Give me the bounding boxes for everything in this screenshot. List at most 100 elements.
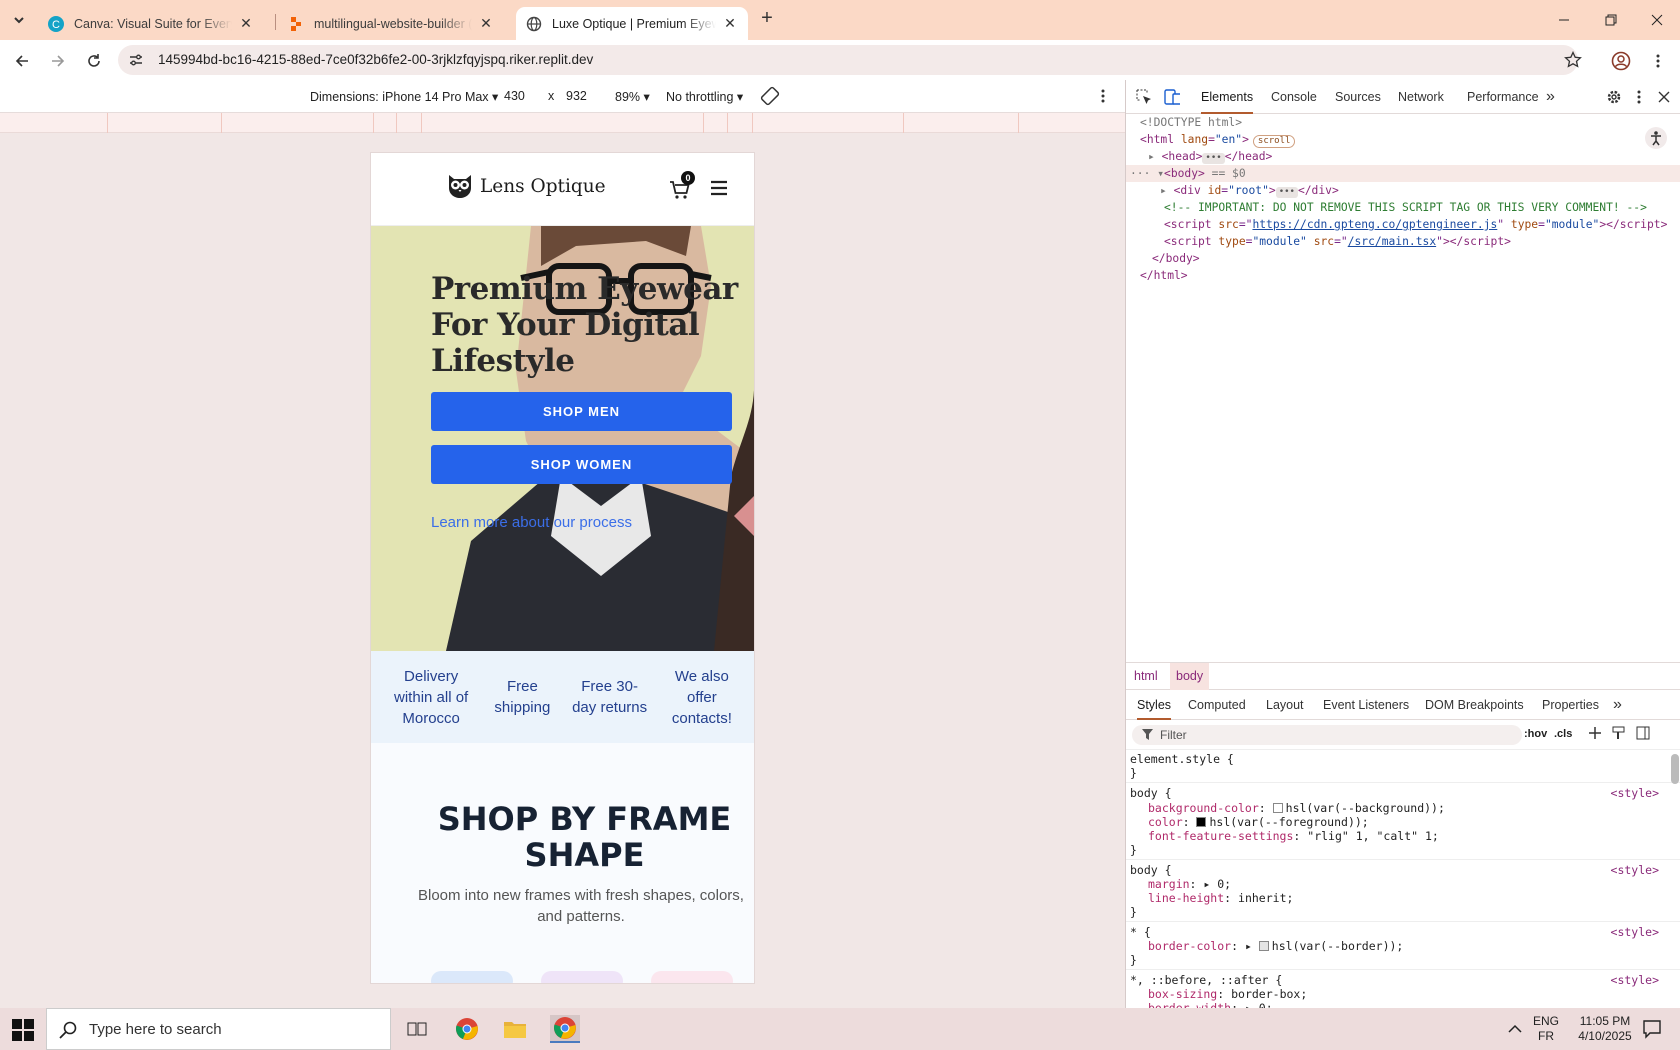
throttling-select[interactable]: No throttling ▾ — [666, 89, 743, 104]
rule-element-style[interactable]: element.style { — [1130, 752, 1675, 766]
decl-color[interactable]: color: hsl(var(--foreground)); — [1130, 815, 1675, 829]
devtools-settings-gear-icon[interactable] — [1606, 89, 1622, 105]
search-icon — [59, 1021, 77, 1039]
decl-font-feature-settings[interactable]: font-feature-settings: "rlig" 1, "calt" … — [1130, 829, 1675, 843]
styles-filter-input[interactable]: Filter — [1132, 725, 1522, 745]
decl-border-width[interactable]: border-width: ▸ 0; — [1130, 1001, 1675, 1008]
shape-card[interactable] — [651, 971, 733, 983]
device-toggle-icon[interactable] — [1164, 89, 1180, 105]
dom-node-body-close[interactable]: </body> — [1126, 250, 1680, 267]
dom-node-html-close[interactable]: </html> — [1126, 267, 1680, 284]
profile-icon[interactable] — [1609, 49, 1633, 73]
device-width-input[interactable]: 430 — [504, 89, 525, 103]
back-arrow-icon[interactable] — [10, 49, 34, 73]
site-logo[interactable]: Lens Optique — [446, 173, 606, 199]
minimize-icon[interactable] — [1541, 6, 1587, 34]
tab-layout[interactable]: Layout — [1266, 690, 1304, 720]
devtools-menu-icon[interactable] — [1631, 89, 1647, 105]
class-toggle[interactable]: .cls — [1554, 728, 1572, 740]
new-tab-plus-icon[interactable]: + — [756, 8, 778, 30]
dom-node-root-div[interactable]: ▸ <div id="root"> ••• </div> — [1126, 182, 1680, 199]
zoom-select[interactable]: 89% ▾ — [615, 89, 650, 104]
hover-state-toggle[interactable]: :hov — [1524, 728, 1547, 740]
rule-universal-selector[interactable]: * {<style> — [1130, 925, 1675, 939]
tab-canva[interactable]: C Canva: Visual Suite for Everyone ✕ — [38, 7, 264, 40]
paint-roller-icon[interactable] — [1612, 726, 1626, 740]
tab-computed[interactable]: Computed — [1188, 690, 1246, 720]
tab-luxe-optique[interactable]: Luxe Optique | Premium Eyewear ✕ — [516, 7, 748, 40]
decl-box-sizing[interactable]: box-sizing: border-box; — [1130, 987, 1675, 1001]
chrome-profile-icon[interactable] — [550, 1015, 580, 1043]
tab-replit[interactable]: multilingual-website-builder (1) ✕ — [278, 7, 504, 40]
dom-node-doctype[interactable]: <!DOCTYPE html> — [1126, 114, 1680, 131]
breadcrumb-body[interactable]: body — [1170, 663, 1210, 690]
chrome-icon[interactable] — [452, 1015, 482, 1043]
accessibility-tree-icon[interactable] — [1644, 126, 1668, 150]
tab-sources[interactable]: Sources — [1335, 80, 1381, 114]
close-tab-icon[interactable]: ✕ — [722, 15, 738, 32]
close-tab-icon[interactable]: ✕ — [478, 15, 494, 32]
tab-search-chevron-icon[interactable] — [8, 9, 30, 31]
browser-menu-icon[interactable] — [1646, 49, 1670, 73]
rule-body-selector[interactable]: body {<style> — [1130, 786, 1675, 800]
breadcrumb-html[interactable]: html — [1134, 669, 1158, 683]
decl-margin[interactable]: margin: ▸ 0; — [1130, 877, 1675, 891]
rule-body-selector-2[interactable]: body {<style> — [1130, 863, 1675, 877]
restore-icon[interactable] — [1588, 6, 1634, 34]
rotate-icon[interactable] — [760, 86, 780, 106]
shop-men-button[interactable]: SHOP MEN — [431, 392, 732, 431]
learn-more-link[interactable]: Learn more about our process — [431, 514, 632, 531]
new-style-rule-plus-icon[interactable] — [1588, 726, 1602, 740]
tab-dom-breakpoints[interactable]: DOM Breakpoints — [1425, 690, 1524, 720]
address-bar[interactable]: 145994bd-bc16-4215-88ed-7ce0f32b6fe2-00-… — [118, 45, 1582, 75]
notifications-icon[interactable] — [1637, 1015, 1667, 1043]
bookmark-star-icon[interactable] — [1564, 51, 1582, 69]
tab-styles[interactable]: Styles — [1137, 690, 1172, 720]
taskbar-search-input[interactable]: Type here to search — [46, 1008, 391, 1050]
media-query-ruler[interactable] — [0, 113, 1125, 133]
tab-performance[interactable]: Performance — [1467, 80, 1539, 114]
dom-node-html[interactable]: <html lang="en"> scroll — [1126, 131, 1680, 148]
styles-scrollbar[interactable] — [1671, 754, 1679, 784]
tab-properties[interactable]: Properties — [1542, 690, 1599, 720]
dom-node-script-main[interactable]: <script type="module" src="/src/main.tsx… — [1126, 233, 1680, 250]
tab-console[interactable]: Console — [1271, 80, 1317, 114]
shape-card[interactable] — [541, 971, 623, 983]
site-info-icon[interactable] — [128, 52, 144, 68]
windows-start-icon[interactable] — [12, 1019, 34, 1041]
sidebar-toggle-icon[interactable] — [1636, 726, 1650, 740]
scroll-badge[interactable]: scroll — [1252, 135, 1296, 148]
reload-icon[interactable] — [82, 49, 106, 73]
dom-node-comment[interactable]: <!-- IMPORTANT: DO NOT REMOVE THIS SCRIP… — [1126, 199, 1680, 216]
dom-node-body[interactable]: ··· ▾<body> == $0 — [1126, 165, 1680, 182]
tab-event-listeners[interactable]: Event Listeners — [1323, 690, 1409, 720]
tab-network[interactable]: Network — [1398, 80, 1444, 114]
forward-arrow-icon[interactable] — [46, 49, 70, 73]
close-devtools-icon[interactable] — [1656, 89, 1672, 105]
more-tabs-chevron-icon[interactable]: » — [1546, 80, 1555, 114]
decl-border-color[interactable]: border-color: ▸ hsl(var(--border)); — [1130, 939, 1675, 953]
shape-card[interactable] — [431, 971, 513, 983]
device-height-input[interactable]: 932 — [566, 89, 587, 103]
device-options-icon[interactable] — [1100, 88, 1106, 104]
decl-background-color[interactable]: background-color: hsl(var(--background))… — [1130, 801, 1675, 815]
decl-line-height[interactable]: line-height: inherit; — [1130, 891, 1675, 905]
cart-button[interactable]: 0 — [669, 171, 695, 201]
shop-women-button[interactable]: SHOP WOMEN — [431, 445, 732, 484]
dom-node-script-gptengineer[interactable]: <script src="https://cdn.gpteng.co/gpten… — [1126, 216, 1680, 233]
inspect-element-icon[interactable] — [1136, 89, 1152, 105]
tab-elements[interactable]: Elements — [1201, 80, 1254, 114]
hamburger-menu-icon[interactable] — [710, 180, 728, 196]
close-window-icon[interactable] — [1634, 6, 1680, 34]
input-language-indicator[interactable]: ENG FR — [1531, 1014, 1561, 1044]
task-view-icon[interactable] — [402, 1015, 432, 1043]
close-tab-icon[interactable]: ✕ — [238, 15, 254, 32]
dom-node-head[interactable]: ▸ <head> ••• </head> — [1126, 148, 1680, 165]
device-select[interactable]: Dimensions: iPhone 14 Pro Max ▾ — [310, 89, 498, 104]
tray-chevron-icon[interactable] — [1500, 1015, 1530, 1043]
more-style-tabs-chevron-icon[interactable]: » — [1613, 690, 1622, 720]
file-explorer-icon[interactable] — [500, 1015, 530, 1043]
rule-pseudo-selector[interactable]: *, ::before, ::after {<style> — [1130, 973, 1675, 987]
clock[interactable]: 11:05 PM 4/10/2025 — [1570, 1014, 1640, 1044]
devtools-tabbar: Elements Console Sources Network Perform… — [1126, 80, 1680, 114]
